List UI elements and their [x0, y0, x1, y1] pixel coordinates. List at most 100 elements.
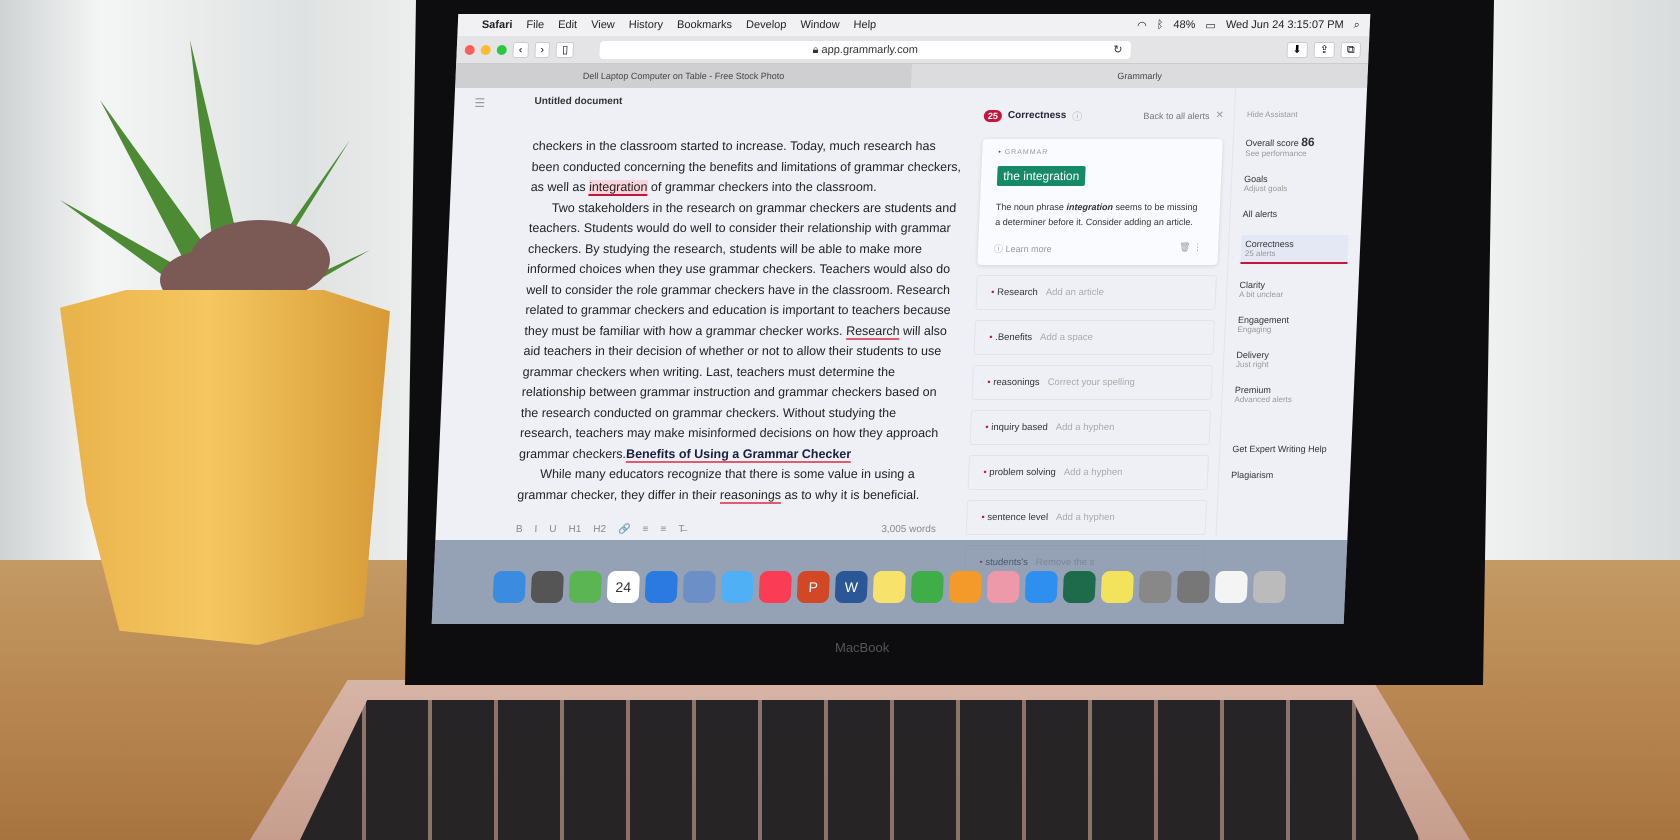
dock-keynote-icon[interactable]	[644, 571, 678, 603]
menu-history[interactable]: History	[629, 19, 664, 31]
dock-word-icon[interactable]: W	[834, 571, 868, 603]
suggestion-button[interactable]: the integration	[996, 166, 1086, 186]
minimize-window-button[interactable]	[480, 44, 491, 55]
goals[interactable]: Goals Adjust goals	[1244, 174, 1352, 193]
italic-button[interactable]: I	[534, 524, 537, 535]
tab-grammarly[interactable]: Grammarly	[911, 64, 1369, 88]
alert-item[interactable]: • problem solving Add a hyphen	[967, 455, 1210, 490]
menu-edit[interactable]: Edit	[558, 19, 577, 31]
download-icon[interactable]: ⬇	[1286, 41, 1309, 58]
menu-bar: Safari File Edit View History Bookmarks …	[457, 14, 1371, 36]
format-toolbar: B I U H1 H2 🔗 ≡ ≡ T̶ 3,005 words	[515, 518, 937, 535]
word-count[interactable]: 3,005 words	[881, 524, 936, 535]
alert-item[interactable]: • .Benefits Add a space	[973, 320, 1215, 355]
dock-messages-icon[interactable]	[720, 571, 754, 603]
alert-item[interactable]: • sentence level Add a hyphen	[965, 500, 1208, 535]
tab-bar: Dell Laptop Computer on Table - Free Sto…	[455, 64, 1369, 88]
assistant-panel: 25 Correctness ⓘ Back to all alerts ✕ • …	[945, 88, 1235, 580]
document-title[interactable]: Untitled document	[534, 96, 622, 107]
dock-safari-icon[interactable]	[1024, 571, 1058, 603]
bluetooth-icon[interactable]: ᛒ	[1157, 19, 1164, 31]
menu-app[interactable]: Safari	[482, 19, 513, 31]
dock-maps-icon[interactable]	[568, 571, 602, 603]
expert-help-button[interactable]: Get Expert Writing Help	[1232, 444, 1339, 454]
dock-finder-icon[interactable]	[492, 571, 526, 603]
plagiarism-button[interactable]: Plagiarism	[1231, 470, 1338, 480]
document-body[interactable]: checkers in the classroom started to inc…	[517, 136, 963, 505]
category-correctness[interactable]: Correctness 25 alerts	[1240, 235, 1349, 264]
dock-photos-icon[interactable]	[986, 571, 1020, 603]
menu-bookmarks[interactable]: Bookmarks	[677, 19, 733, 31]
trash-icon[interactable]: 🗑︎	[1179, 242, 1191, 252]
alert-item[interactable]: • inquiry based Add a hyphen	[969, 410, 1212, 445]
h2-button[interactable]: H2	[593, 524, 606, 535]
category-clarity[interactable]: Clarity A bit unclear	[1239, 280, 1347, 299]
forward-button[interactable]: ›	[534, 41, 551, 58]
alert-message: The noun phrase integration seems to be …	[995, 202, 1198, 227]
info-icon[interactable]: ⓘ	[1072, 108, 1083, 123]
dock-image-capture-icon[interactable]	[1138, 571, 1172, 603]
succulent-plant	[60, 40, 370, 320]
correctness-header: 25 Correctness ⓘ Back to all alerts ✕	[983, 108, 1225, 123]
close-window-button[interactable]	[464, 44, 475, 55]
bullet-list-icon[interactable]: ≡	[660, 524, 666, 535]
dock-notes-icon[interactable]	[872, 571, 906, 603]
back-button[interactable]: ‹	[512, 41, 529, 58]
sidebar-toggle-icon[interactable]: ▯	[555, 41, 575, 58]
tab-stock-photo[interactable]: Dell Laptop Computer on Table - Free Sto…	[455, 64, 913, 88]
menu-icon[interactable]: ☰	[474, 96, 485, 110]
dock: 24 P W	[431, 540, 1348, 624]
underlined-issue[interactable]: reasonings	[719, 487, 782, 504]
browser-toolbar: ‹ › ▯ 🔒︎ app.grammarly.com ↻ ⬇ ⇪ ⧉	[456, 36, 1370, 64]
clear-format-icon[interactable]: T̶	[678, 524, 685, 535]
dock-news-icon[interactable]	[1214, 571, 1248, 603]
address-bar[interactable]: 🔒︎ app.grammarly.com ↻	[599, 40, 1131, 59]
dock-trash-icon[interactable]	[1252, 571, 1286, 603]
menu-help[interactable]: Help	[853, 19, 876, 31]
all-alerts[interactable]: All alerts	[1242, 209, 1349, 219]
highlighted-issue[interactable]: integration	[588, 180, 648, 196]
underline-button[interactable]: U	[549, 524, 557, 535]
category-premium[interactable]: Premium Advanced alerts	[1234, 385, 1342, 404]
alert-item[interactable]: • reasonings Correct your spelling	[971, 365, 1213, 400]
category-delivery[interactable]: Delivery Just right	[1236, 350, 1344, 369]
dock-stickies-icon[interactable]	[1100, 571, 1134, 603]
h1-button[interactable]: H1	[568, 524, 581, 535]
reload-icon[interactable]: ↻	[1113, 41, 1123, 59]
screen: Safari File Edit View History Bookmarks …	[431, 14, 1371, 624]
share-icon[interactable]: ⇪	[1313, 41, 1336, 58]
dock-calendar-icon[interactable]: 24	[606, 571, 640, 603]
dock-powerpoint-icon[interactable]: P	[796, 571, 830, 603]
battery-icon[interactable]: ▭	[1205, 19, 1216, 32]
overall-score[interactable]: Overall score 86 See performance	[1245, 135, 1353, 158]
maximize-window-button[interactable]	[496, 44, 507, 55]
search-icon[interactable]: ⌕	[1353, 19, 1360, 32]
tabs-overview-icon[interactable]: ⧉	[1340, 41, 1362, 58]
dock-preview-icon[interactable]	[682, 571, 716, 603]
wifi-icon[interactable]: ◠	[1137, 19, 1147, 32]
menu-file[interactable]: File	[526, 19, 544, 31]
link-icon[interactable]: 🔗	[618, 524, 631, 535]
menu-view[interactable]: View	[591, 19, 615, 31]
back-to-alerts-link[interactable]: Back to all alerts	[1143, 111, 1209, 121]
alert-item[interactable]: • Research Add an article	[975, 275, 1217, 310]
close-icon[interactable]: ✕	[1215, 110, 1224, 121]
menu-window[interactable]: Window	[800, 19, 840, 31]
numbered-list-icon[interactable]: ≡	[642, 524, 648, 535]
learn-more-link[interactable]: ⓘ Learn more	[994, 242, 1052, 255]
more-icon[interactable]: ⋮	[1193, 242, 1202, 252]
dock-system-preferences-icon[interactable]	[1176, 571, 1210, 603]
dock-screens-icon[interactable]	[1062, 571, 1096, 603]
laptop-brand: MacBook	[835, 640, 890, 655]
dock-numbers-icon[interactable]	[910, 571, 944, 603]
clock[interactable]: Wed Jun 24 3:15:07 PM	[1226, 19, 1344, 31]
dock-pages-icon[interactable]	[948, 571, 982, 603]
underlined-issue[interactable]: Research	[845, 323, 900, 340]
dock-launchpad-icon[interactable]	[530, 571, 564, 603]
hide-assistant-button[interactable]: Hide Assistant	[1247, 110, 1354, 119]
category-engagement[interactable]: Engagement Engaging	[1237, 315, 1345, 334]
bold-button[interactable]: B	[516, 524, 523, 535]
dock-music-icon[interactable]	[758, 571, 792, 603]
menu-develop[interactable]: Develop	[746, 19, 787, 31]
battery-percent[interactable]: 48%	[1173, 19, 1196, 31]
